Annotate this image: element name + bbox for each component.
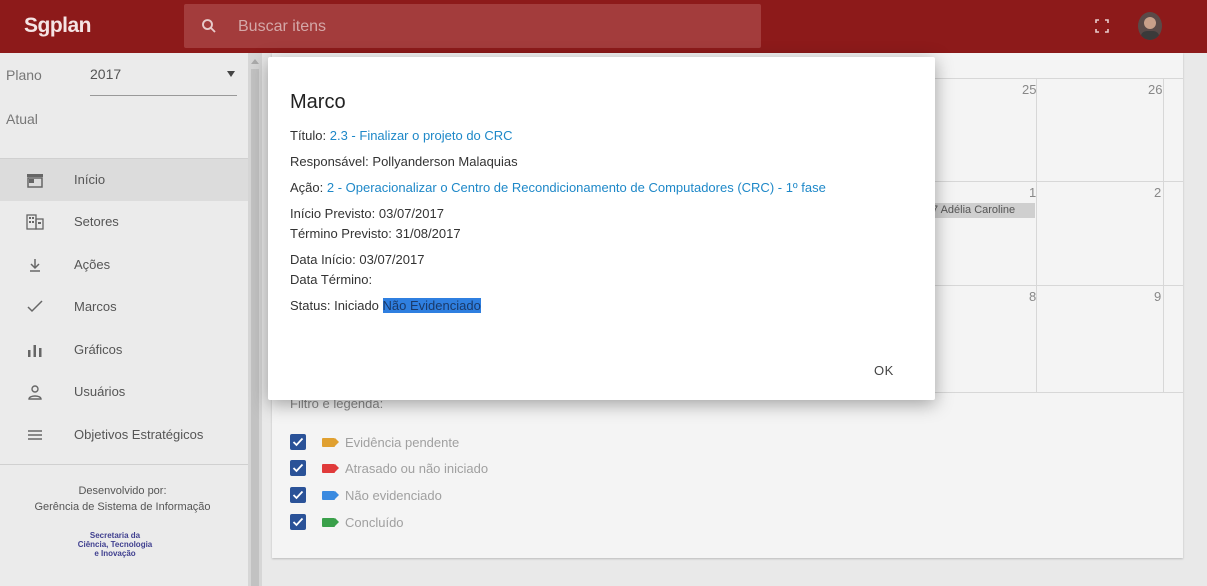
sidebar-item-label: Início — [74, 172, 106, 187]
download-icon — [30, 259, 40, 272]
sidebar-item-label: Marcos — [74, 299, 117, 314]
app-logo[interactable]: Sgplan — [24, 14, 92, 38]
list-icon — [28, 430, 42, 440]
user-icon — [28, 385, 42, 400]
user-avatar[interactable] — [1138, 12, 1162, 40]
calendar-grid-line — [1036, 78, 1037, 392]
field-label: Data Início: — [290, 252, 356, 267]
org-logo-line: Ciência, Tecnologia — [77, 540, 153, 549]
field-label: Ação: — [290, 180, 324, 195]
sidebar-item-label: Setores — [74, 214, 119, 229]
field-label: Título: — [290, 128, 327, 143]
sidebar-item-label: Usuários — [74, 384, 126, 399]
field-label: Status: — [290, 298, 331, 313]
legend-label: Concluído — [345, 515, 404, 530]
sidebar-item-inicio[interactable]: Início — [0, 159, 248, 201]
sidebar-item-usuarios[interactable]: Usuários — [0, 371, 248, 413]
field-inicio-previsto: Início Previsto: 03/07/2017 — [290, 206, 444, 221]
status-highlight: Não Evidenciado — [382, 298, 481, 313]
plano-label: Plano — [6, 67, 42, 83]
atual-label: Atual — [6, 111, 38, 127]
dialog-title: Marco — [290, 91, 346, 113]
status-value: Iniciado — [334, 298, 379, 313]
field-value: 31/08/2017 — [395, 226, 461, 241]
calendar-day-number[interactable]: 25 — [1022, 82, 1036, 97]
sidebar-item-label: Gráficos — [74, 342, 123, 357]
field-value: Pollyanderson Malaquias — [372, 154, 518, 169]
legend-label: Atrasado ou não iniciado — [345, 461, 489, 476]
legend-label: Não evidenciado — [345, 488, 442, 503]
sidebar-item-graficos[interactable]: Gráficos — [0, 329, 248, 371]
search-bar[interactable] — [184, 4, 761, 50]
sidebar-item-acoes[interactable]: Ações — [0, 244, 248, 286]
calendar-day-number[interactable]: 26 — [1148, 82, 1162, 97]
org-logo: Secretaria da Ciência, Tecnologia e Inov… — [60, 531, 170, 558]
credits-line: Gerência de Sistema de Informação — [34, 501, 211, 513]
building-icon — [26, 214, 44, 230]
legend-label: Evidência pendente — [345, 435, 460, 450]
field-value: 03/07/2017 — [359, 252, 425, 267]
field-status: Status: Iniciado Não Evidenciado — [290, 298, 481, 313]
search-input[interactable] — [236, 4, 740, 50]
field-label: Data Término: — [290, 272, 373, 287]
calendar-event[interactable]: 7 Adélia Caroline — [928, 203, 1035, 218]
legend-checkbox[interactable] — [290, 434, 306, 450]
credits: Desenvolvido por: Gerência de Sistema de… — [0, 483, 245, 515]
bar-chart-icon — [28, 345, 42, 357]
calendar-day-number[interactable]: 2 — [1154, 185, 1161, 200]
sidebar-item-setores[interactable]: Setores — [0, 201, 248, 243]
sidebar-scrollbar[interactable] — [248, 53, 262, 586]
tag-icon — [322, 438, 339, 447]
plano-select[interactable]: 2017 — [90, 59, 237, 96]
field-data-inicio: Data Início: 03/07/2017 — [290, 252, 424, 267]
field-acao: Ação: 2 - Operacionalizar o Centro de Re… — [290, 180, 826, 195]
calendar-day-number[interactable]: 8 — [1029, 289, 1036, 304]
caret-down-icon — [227, 71, 235, 77]
field-label: Início Previsto: — [290, 206, 376, 221]
org-logo-line: e Inovação — [94, 549, 136, 558]
tag-icon — [322, 464, 339, 473]
sidebar: Plano 2017 Atual Início Setores Ações Ma… — [0, 53, 248, 586]
calendar-day-number[interactable]: 1 — [1029, 185, 1036, 200]
legend-checkbox[interactable] — [290, 460, 306, 476]
field-data-termino: Data Término: — [290, 272, 372, 287]
home-icon — [27, 174, 43, 188]
credits-line: Desenvolvido por: — [78, 485, 167, 497]
legend-checkbox[interactable] — [290, 514, 306, 530]
titulo-link[interactable]: 2.3 - Finalizar o projeto do CRC — [330, 128, 513, 143]
calendar-day-number[interactable]: 9 — [1154, 289, 1161, 304]
check-icon — [27, 300, 43, 313]
calendar-grid-line — [1163, 78, 1164, 392]
sidebar-item-label: Ações — [74, 257, 111, 272]
fullscreen-icon[interactable] — [1094, 18, 1110, 34]
acao-link[interactable]: 2 - Operacionalizar o Centro de Recondic… — [327, 180, 826, 195]
tag-icon — [322, 518, 339, 527]
org-logo-line: Secretaria da — [89, 531, 141, 540]
sidebar-item-marcos[interactable]: Marcos — [0, 286, 248, 328]
plano-select-value: 2017 — [90, 66, 122, 82]
sidebar-item-objetivos[interactable]: Objetivos Estratégicos — [0, 414, 248, 456]
scroll-up-arrow-icon[interactable] — [251, 59, 259, 64]
sidebar-divider — [0, 464, 248, 465]
legend-checkbox[interactable] — [290, 487, 306, 503]
field-termino-previsto: Término Previsto: 31/08/2017 — [290, 226, 461, 241]
field-value: 03/07/2017 — [378, 206, 444, 221]
search-icon — [202, 19, 216, 33]
ok-button[interactable]: OK — [874, 363, 894, 378]
marco-dialog: Marco Título: 2.3 - Finalizar o projeto … — [268, 57, 935, 400]
field-label: Término Previsto: — [290, 226, 392, 241]
field-label: Responsável: — [290, 154, 369, 169]
field-responsavel: Responsável: Pollyanderson Malaquias — [290, 154, 518, 169]
tag-icon — [322, 491, 339, 500]
scrollbar-thumb[interactable] — [251, 69, 259, 586]
sidebar-item-label: Objetivos Estratégicos — [74, 427, 204, 442]
field-titulo: Título: 2.3 - Finalizar o projeto do CRC — [290, 128, 513, 143]
app-header: Sgplan — [0, 0, 1207, 53]
